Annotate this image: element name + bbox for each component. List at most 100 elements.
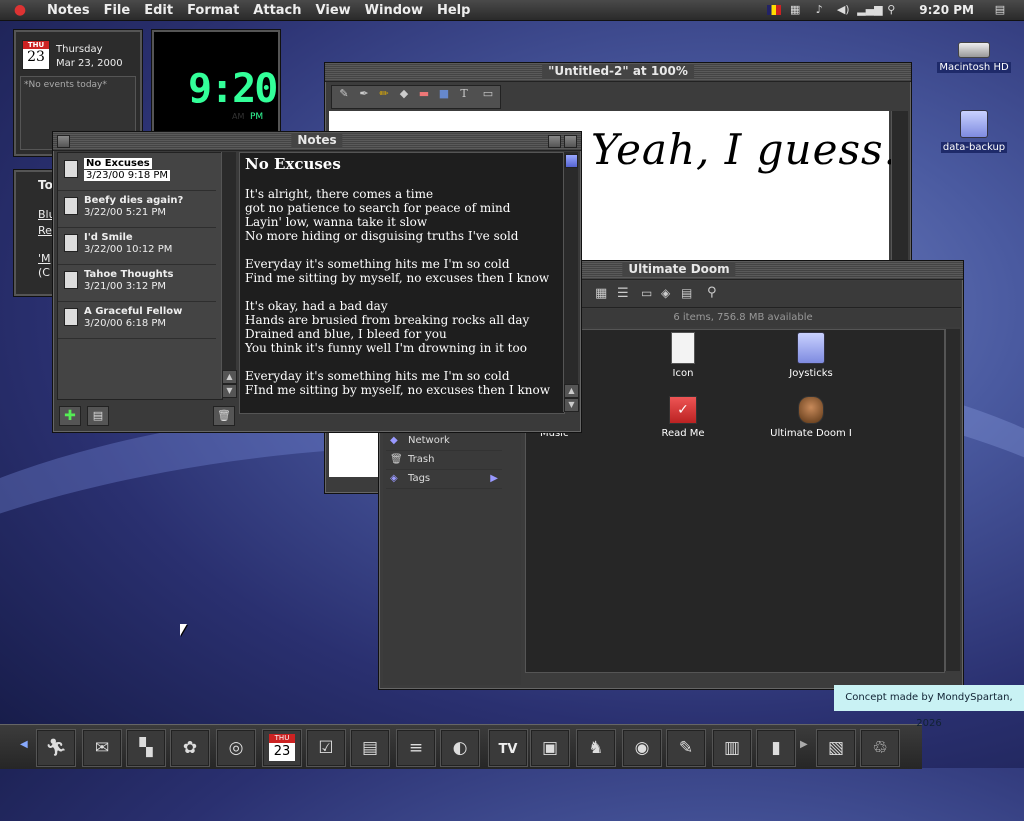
dock-calendar-icon[interactable]: THU 23: [262, 729, 302, 767]
finder-status: 6 items, 756.8 MB available: [525, 309, 961, 327]
dock-ipod-icon[interactable]: ▮: [756, 729, 796, 767]
search-icon[interactable]: ⚲: [881, 3, 901, 17]
menubar-clock[interactable]: 9:20 PM: [919, 3, 974, 17]
note-options-button[interactable]: ▤: [87, 406, 109, 426]
info-icon[interactable]: ▤: [681, 286, 692, 300]
volume-icon[interactable]: ◀): [833, 3, 853, 17]
view-list-icon[interactable]: ☰: [617, 286, 629, 301]
menu-notes[interactable]: Notes: [40, 3, 97, 18]
notes-titlebar[interactable]: Notes: [53, 132, 581, 151]
dock-installer-icon[interactable]: ▥: [712, 729, 752, 767]
finder-item-icon[interactable]: Icon: [628, 332, 738, 379]
scroll-up-icon[interactable]: ▲: [564, 384, 579, 398]
brush-tool-icon[interactable]: ✎: [336, 86, 352, 102]
dock-tv-icon[interactable]: TV: [488, 729, 528, 767]
note-list-item[interactable]: No Excuses 3/23/00 9:18 PM: [58, 154, 216, 191]
finder-item-ultimate-doom[interactable]: Ultimate Doom I: [756, 396, 866, 439]
scroll-down-icon[interactable]: ▼: [564, 398, 579, 412]
finder-item-joysticks[interactable]: Joysticks: [756, 332, 866, 379]
dock-preview-icon[interactable]: ◐: [440, 729, 480, 767]
scroll-up-icon[interactable]: ▲: [222, 370, 237, 384]
zoom-button[interactable]: [548, 135, 561, 148]
paint-titlebar[interactable]: "Untitled-2" at 100%: [325, 63, 911, 82]
dock-photos-icon[interactable]: ✿: [170, 729, 210, 767]
menu-file[interactable]: File: [97, 3, 138, 18]
apple-menu-icon[interactable]: ●: [0, 2, 40, 18]
document-icon: [671, 332, 695, 364]
finder-search-icon[interactable]: ⚲: [707, 285, 717, 300]
dock-contacts-icon[interactable]: ▤: [350, 729, 390, 767]
note-editor-scrollbar[interactable]: ▲ ▼: [563, 152, 579, 412]
trash-icon: 🗑︎: [390, 454, 403, 465]
display-icon[interactable]: ▦: [785, 3, 805, 17]
menu-format[interactable]: Format: [180, 3, 246, 18]
tag-icon: ◈: [390, 473, 398, 484]
clock-digits: 9:20: [188, 66, 278, 112]
notifications-icon[interactable]: ▤: [990, 3, 1010, 17]
text-tool-icon[interactable]: T: [456, 86, 472, 102]
network-icon: ◆: [390, 435, 398, 446]
dock-messages-icon[interactable]: ▣: [530, 729, 570, 767]
finder-vscroll[interactable]: [945, 329, 960, 671]
menu-view[interactable]: View: [309, 3, 358, 18]
todo-line2[interactable]: 'M: [38, 252, 51, 265]
menu-attach[interactable]: Attach: [246, 3, 308, 18]
flag-icon[interactable]: [767, 5, 782, 15]
dock-chess-icon[interactable]: ♞: [576, 729, 616, 767]
sidebar-item-tags[interactable]: ◈ Tags ▶: [386, 470, 502, 489]
desktop-icon-macintosh-hd[interactable]: Macintosh HD: [934, 42, 1014, 73]
note-line: [245, 355, 561, 369]
action-icon[interactable]: ▭: [641, 286, 652, 300]
todo-line1b[interactable]: Re: [38, 224, 52, 237]
scroll-thumb[interactable]: [565, 154, 578, 168]
delete-note-button[interactable]: 🗑︎: [213, 406, 235, 426]
menu-window[interactable]: Window: [358, 3, 430, 18]
note-list-item[interactable]: Tahoe Thoughts 3/21/00 3:12 PM: [58, 265, 216, 302]
tag-icon[interactable]: ◈: [661, 286, 670, 300]
dock-textedit-icon[interactable]: ≡: [396, 729, 436, 767]
note-list-item[interactable]: Beefy dies again? 3/22/00 5:21 PM: [58, 191, 216, 228]
music-icon[interactable]: ♪: [809, 3, 829, 17]
desktop-icon-data-backup[interactable]: data-backup: [934, 110, 1014, 153]
note-line: Drained and blue, I bleed for you: [245, 327, 447, 341]
dock-stickies-icon[interactable]: ✎: [666, 729, 706, 767]
image-tool-icon[interactable]: ▭: [480, 86, 496, 102]
shapes-tool-icon[interactable]: ■: [436, 86, 452, 102]
close-button[interactable]: [57, 135, 70, 148]
dock-maps-icon[interactable]: ▚: [126, 729, 166, 767]
eraser-tool-icon[interactable]: ▬: [416, 86, 432, 102]
note-item-date: 3/22/00 5:21 PM: [84, 207, 167, 218]
dock-quicktime-icon[interactable]: ◎: [216, 729, 256, 767]
dock-notes-checklist-icon[interactable]: ☑: [306, 729, 346, 767]
sidebar-item-trash[interactable]: 🗑︎ Trash: [386, 451, 502, 470]
read-me-icon: ✓: [669, 396, 697, 424]
menu-help[interactable]: Help: [430, 3, 477, 18]
dock-documents-icon[interactable]: ▧: [816, 729, 856, 767]
dock-trash-icon[interactable]: ♲: [860, 729, 900, 767]
dock-network-icon[interactable]: ◉: [622, 729, 662, 767]
note-list-item[interactable]: A Graceful Fellow 3/20/00 6:18 PM: [58, 302, 216, 339]
pencil-tool-icon[interactable]: ✏: [376, 86, 392, 102]
view-icons-icon[interactable]: ▦: [595, 286, 607, 301]
note-line: You think it's funny well I'm drowning i…: [245, 341, 527, 355]
note-item-title: Tahoe Thoughts: [84, 269, 174, 280]
note-item-date: 3/22/00 10:12 PM: [84, 244, 173, 255]
dock-mail-icon[interactable]: ✉: [82, 729, 122, 767]
pen-tool-icon[interactable]: ✒: [356, 86, 372, 102]
sidebar-item-network[interactable]: ◆ Network: [386, 432, 502, 451]
collapse-button[interactable]: [564, 135, 577, 148]
dock-right-arrow-icon[interactable]: ▶: [800, 739, 808, 750]
note-list-item[interactable]: I'd Smile 3/22/00 10:12 PM: [58, 228, 216, 265]
dock-finder-icon[interactable]: 🏃︎: [36, 729, 76, 767]
finder-item-read-me[interactable]: ✓ Read Me: [628, 396, 738, 439]
note-body[interactable]: It's alright, there comes a time got no p…: [245, 187, 561, 397]
menu-edit[interactable]: Edit: [137, 3, 180, 18]
scroll-down-icon[interactable]: ▼: [222, 384, 237, 398]
signal-icon[interactable]: ▂▄▆: [857, 3, 882, 17]
add-note-button[interactable]: ✚: [59, 406, 81, 426]
notes-list-scrollbar[interactable]: ▲ ▼: [221, 152, 237, 398]
fill-tool-icon[interactable]: ◆: [396, 86, 412, 102]
note-item-date: 3/20/00 6:18 PM: [84, 318, 167, 329]
dock-left-arrow-icon[interactable]: ◀: [20, 739, 28, 750]
notes-window-title: Notes: [291, 133, 343, 147]
